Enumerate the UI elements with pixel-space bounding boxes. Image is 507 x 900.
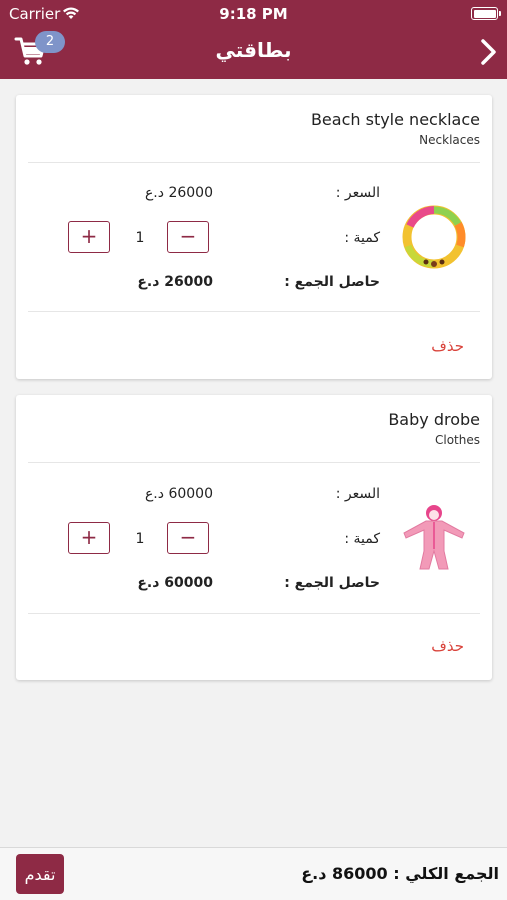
page-title: بطاقتي [215, 38, 292, 62]
cart-item-card: Baby drobe Clothes السعر : 60000 د.ع كمي… [16, 395, 492, 680]
quantity-value: 1 [135, 230, 145, 246]
decrease-quantity-button[interactable]: − [167, 522, 209, 554]
app-header: Carrier 9:18 PM 2 بطاقتي [0, 0, 507, 79]
necklace-image[interactable] [396, 200, 472, 276]
back-button[interactable] [478, 38, 500, 66]
divider [28, 462, 480, 463]
product-name[interactable]: Baby drobe [388, 410, 480, 429]
quantity-label: كمية : [344, 230, 380, 246]
price-value: 60000 د.ع [144, 486, 213, 502]
delete-button[interactable]: حذف [431, 337, 464, 355]
cart-item-card: Beach style necklace Necklaces السعر : 2… [16, 95, 492, 379]
subtotal-label: حاصل الجمع : [284, 575, 380, 591]
divider [28, 613, 480, 614]
status-time: 9:18 PM [219, 5, 288, 23]
price-label: السعر : [335, 486, 380, 502]
proceed-button[interactable]: تقدم [16, 854, 64, 894]
increase-quantity-button[interactable]: + [68, 221, 110, 253]
delete-button[interactable]: حذف [431, 637, 464, 655]
subtotal-value: 26000 د.ع [137, 274, 213, 290]
baby-suit-image[interactable] [398, 503, 470, 575]
product-category: Clothes [435, 433, 480, 447]
subtotal-label: حاصل الجمع : [284, 274, 380, 290]
divider [28, 311, 480, 312]
subtotal-value: 60000 د.ع [137, 575, 213, 591]
quantity-label: كمية : [344, 531, 380, 547]
grand-total-value: 86000 د.ع [301, 864, 388, 883]
increase-quantity-button[interactable]: + [68, 522, 110, 554]
grand-total: الجمع الكلي : 86000 د.ع [301, 864, 499, 883]
product-name[interactable]: Beach style necklace [311, 110, 480, 129]
divider [28, 162, 480, 163]
product-category: Necklaces [419, 133, 480, 147]
status-bar: Carrier 9:18 PM [0, 0, 507, 28]
battery-icon [471, 7, 501, 20]
quantity-value: 1 [135, 531, 145, 547]
checkout-bar: تقدم الجمع الكلي : 86000 د.ع [0, 847, 507, 900]
chevron-right-icon [481, 39, 496, 65]
decrease-quantity-button[interactable]: − [167, 221, 209, 253]
grand-total-label: الجمع الكلي : [393, 864, 499, 883]
price-label: السعر : [335, 185, 380, 201]
price-value: 26000 د.ع [144, 185, 213, 201]
